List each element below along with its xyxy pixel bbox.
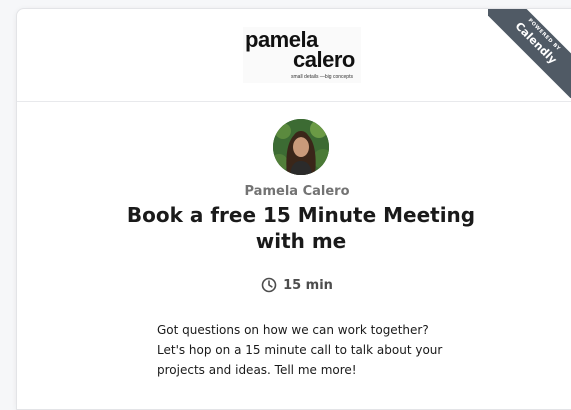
clock-icon bbox=[261, 277, 277, 293]
logo-text-line2: calero bbox=[293, 47, 355, 72]
booking-card: pamela calero small details —big concept… bbox=[16, 8, 571, 410]
avatar bbox=[273, 119, 329, 175]
description-line: projects and ideas. Tell me more! bbox=[157, 363, 357, 377]
event-duration: 15 min bbox=[17, 275, 571, 295]
avatar-photo bbox=[273, 119, 329, 175]
logo-tagline: small details —big concepts bbox=[291, 74, 353, 80]
description-line: Let's hop on a 15 minute call to talk ab… bbox=[157, 343, 443, 357]
event-owner-name: Pamela Calero bbox=[244, 184, 350, 199]
company-logo: pamela calero small details —big concept… bbox=[243, 27, 361, 83]
event-description: Got questions on how we can work togethe… bbox=[157, 320, 467, 380]
description-line: Got questions on how we can work togethe… bbox=[157, 323, 429, 337]
badge-ribbon[interactable]: POWERED BY Calendly bbox=[488, 9, 571, 98]
powered-by-calendly-badge[interactable]: POWERED BY Calendly bbox=[488, 9, 571, 98]
badge-powered-by-text: POWERED BY bbox=[526, 17, 562, 53]
duration-text: 15 min bbox=[283, 277, 333, 293]
event-title: Book a free 15 Minute Meeting with me bbox=[126, 203, 476, 253]
